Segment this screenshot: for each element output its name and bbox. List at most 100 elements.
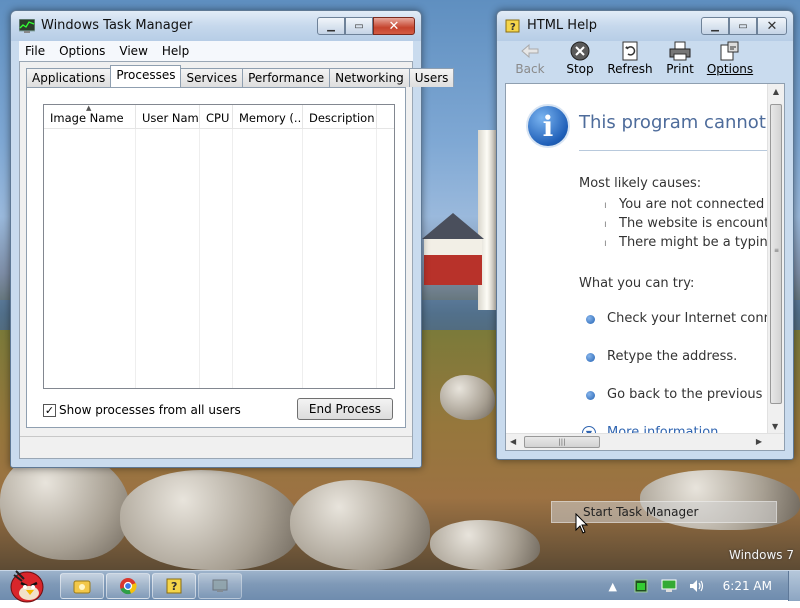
- help-toolbar: Back Stop Refresh Print Options: [505, 41, 785, 81]
- cause-item: There might be a typing: [619, 235, 776, 250]
- processes-panel: ▲ Image Name User Name CPU Memory (... D…: [26, 87, 406, 428]
- column-description[interactable]: Description: [303, 105, 377, 128]
- folder-icon: [73, 580, 91, 594]
- task-manager-body: Applications Processes Services Performa…: [19, 61, 455, 459]
- scroll-right-icon[interactable]: ▶: [756, 437, 762, 446]
- try-bullet-icon: [586, 353, 595, 362]
- try-item: Check your Internet conne: [607, 311, 780, 326]
- task-manager-titlebar[interactable]: Windows Task Manager ▁ ▭ ✕: [11, 11, 421, 41]
- maximize-button[interactable]: ▭: [345, 17, 373, 35]
- task-manager-icon: [19, 19, 35, 33]
- show-all-users-row[interactable]: ✓ Show processes from all users: [43, 403, 241, 417]
- cause-bullet-icon: ı: [604, 219, 607, 230]
- try-bullet-icon: [586, 391, 595, 400]
- tab-performance[interactable]: Performance: [242, 68, 331, 87]
- menu-bar: File Options View Help: [19, 41, 413, 61]
- column-label: Image Name: [50, 111, 124, 125]
- taskbar-chrome-button[interactable]: [106, 573, 150, 599]
- scroll-down-icon[interactable]: ▼: [772, 422, 778, 431]
- show-all-users-checkbox[interactable]: ✓: [43, 403, 56, 417]
- vertical-scrollbar[interactable]: ▲ ≡ ▼: [767, 84, 784, 433]
- chrome-icon: [120, 578, 137, 595]
- show-hidden-icons-icon[interactable]: ▲: [605, 578, 621, 594]
- column-user-name[interactable]: User Name: [136, 105, 200, 128]
- info-icon: i: [526, 104, 570, 148]
- scroll-up-icon[interactable]: ▲: [768, 87, 784, 96]
- stop-label: Stop: [566, 62, 594, 76]
- taskbar-html-help-button[interactable]: ?: [152, 573, 196, 599]
- maximize-icon: ▭: [738, 20, 748, 32]
- html-help-titlebar[interactable]: ? HTML Help ▁ ▭ ✕: [497, 11, 793, 41]
- back-button[interactable]: Back: [505, 41, 555, 81]
- tab-services[interactable]: Services: [180, 68, 244, 87]
- checkmark-icon: ✓: [44, 403, 55, 417]
- cause-bullet-icon: ı: [604, 238, 607, 249]
- tooltip-label: Start Task Manager: [583, 505, 699, 519]
- task-manager-tray-icon[interactable]: [633, 578, 649, 594]
- cause-bullet-icon: ı: [604, 200, 607, 211]
- causes-title: Most likely causes:: [579, 176, 702, 191]
- column-label: CPU: [206, 111, 230, 125]
- help-content-pane: i This program cannot dis Most likely ca…: [505, 83, 785, 451]
- end-process-button[interactable]: End Process: [297, 398, 393, 420]
- error-heading: This program cannot dis: [579, 112, 785, 133]
- close-icon: ✕: [766, 18, 778, 34]
- tab-applications[interactable]: Applications: [26, 68, 112, 87]
- column-memory[interactable]: Memory (...: [233, 105, 303, 128]
- back-label: Back: [515, 62, 545, 76]
- minimize-button[interactable]: ▁: [701, 17, 729, 35]
- maximize-button[interactable]: ▭: [729, 17, 757, 35]
- task-manager-icon: [212, 579, 228, 592]
- tab-processes[interactable]: Processes: [110, 65, 182, 87]
- options-button[interactable]: Options: [705, 41, 755, 81]
- menu-options[interactable]: Options: [53, 44, 113, 58]
- refresh-button[interactable]: Refresh: [605, 41, 655, 81]
- minimize-icon: ▁: [327, 20, 335, 32]
- column-label: Memory (...: [239, 111, 303, 125]
- try-title: What you can try:: [579, 276, 695, 291]
- window-title: HTML Help: [527, 18, 597, 33]
- heading-divider: [579, 150, 767, 151]
- stop-button[interactable]: Stop: [555, 41, 605, 81]
- try-item: Retype the address.: [607, 349, 738, 364]
- scroll-left-icon[interactable]: ◀: [510, 437, 516, 446]
- show-desktop-button[interactable]: [788, 571, 800, 601]
- system-tray: ▲ 6:21 AM: [599, 571, 800, 601]
- minimize-button[interactable]: ▁: [317, 17, 345, 35]
- process-list-body: [44, 129, 394, 388]
- network-icon[interactable]: [661, 578, 677, 594]
- stop-icon: [569, 41, 591, 61]
- window-title: Windows Task Manager: [41, 18, 193, 33]
- process-list[interactable]: ▲ Image Name User Name CPU Memory (... D…: [43, 104, 395, 389]
- start-button[interactable]: [4, 565, 50, 605]
- menu-view[interactable]: View: [113, 44, 155, 58]
- horizontal-scrollbar[interactable]: ◀ ||| ▶: [506, 433, 784, 450]
- close-button[interactable]: ✕: [757, 17, 787, 35]
- options-icon: [719, 41, 741, 61]
- taskbar-explorer-button[interactable]: [60, 573, 104, 599]
- try-item: Go back to the previous pa: [607, 387, 783, 402]
- show-all-users-label: Show processes from all users: [59, 403, 241, 417]
- close-button[interactable]: ✕: [373, 17, 415, 35]
- cause-item: You are not connected to: [619, 197, 782, 212]
- print-button[interactable]: Print: [655, 41, 705, 81]
- column-image-name[interactable]: ▲ Image Name: [44, 105, 136, 128]
- volume-icon[interactable]: [689, 578, 705, 594]
- minimize-icon: ▁: [711, 20, 719, 32]
- process-list-header: ▲ Image Name User Name CPU Memory (... D…: [44, 105, 394, 129]
- clock[interactable]: 6:21 AM: [723, 579, 772, 593]
- task-manager-window: Windows Task Manager ▁ ▭ ✕ File Options …: [10, 10, 455, 468]
- sort-ascending-icon: ▲: [86, 105, 92, 112]
- tab-networking[interactable]: Networking: [329, 68, 410, 87]
- windows-watermark: Windows 7: [728, 548, 794, 562]
- refresh-icon: [619, 41, 641, 61]
- tab-users[interactable]: Users: [408, 68, 455, 87]
- column-cpu[interactable]: CPU: [200, 105, 233, 128]
- refresh-label: Refresh: [607, 62, 653, 76]
- menu-help[interactable]: Help: [156, 44, 197, 58]
- vertical-scroll-thumb[interactable]: ≡: [770, 104, 782, 404]
- horizontal-scroll-thumb[interactable]: |||: [524, 436, 600, 448]
- menu-file[interactable]: File: [19, 44, 53, 58]
- taskbar-task-manager-button[interactable]: [198, 573, 242, 599]
- svg-text:?: ?: [510, 22, 516, 33]
